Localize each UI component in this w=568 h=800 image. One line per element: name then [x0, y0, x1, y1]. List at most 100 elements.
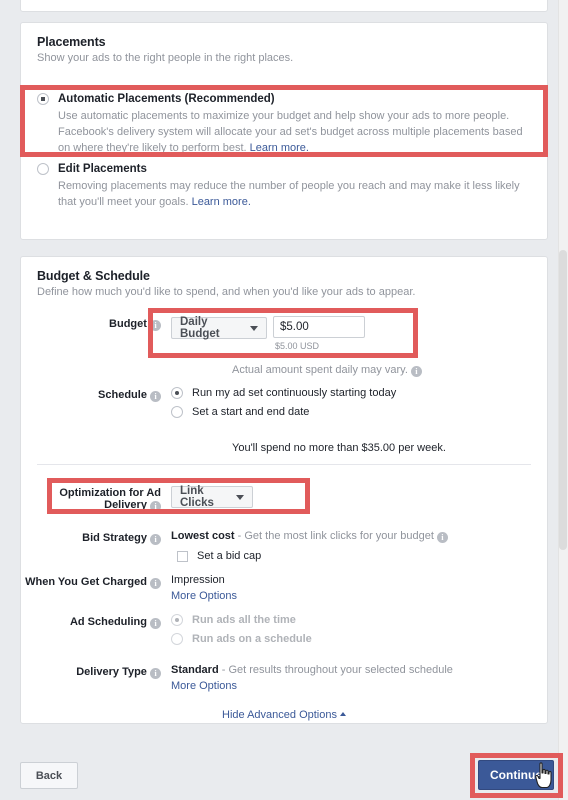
- budget-controls: Daily Budget $5.00 USD: [171, 315, 365, 351]
- edit-placements-radio[interactable]: [37, 163, 49, 175]
- budget-row: Budget i Daily Budget $5.00 USD: [21, 315, 365, 351]
- page-scrollbar-thumb[interactable]: [559, 250, 567, 550]
- chevron-up-icon: [339, 712, 346, 716]
- budget-variance-info-icon[interactable]: i: [410, 366, 422, 377]
- bid-cap-option[interactable]: Set a bid cap: [177, 550, 448, 562]
- bid-strategy-value: Lowest cost: [171, 530, 235, 542]
- schedule-date-range-radio[interactable]: [171, 406, 183, 418]
- schedule-continuous-label: Run my ad set continuously starting toda…: [192, 387, 397, 399]
- bid-strategy-info-icon[interactable]: i: [150, 534, 161, 545]
- optimization-controls: Link Clicks: [171, 484, 253, 509]
- budget-field-label: Budget i: [21, 315, 171, 331]
- chevron-down-icon: [236, 494, 244, 500]
- schedule-label-text: Schedule: [98, 389, 147, 401]
- hide-advanced-options-row: Hide Advanced Options: [21, 709, 547, 721]
- optimization-value: Link Clicks: [180, 485, 214, 509]
- automatic-placements-learn-more-link[interactable]: Learn more.: [250, 142, 309, 154]
- budget-label-text: Budget: [109, 318, 147, 330]
- chevron-down-icon: [250, 325, 258, 331]
- schedule-option-date-range[interactable]: Set a start and end date: [171, 406, 396, 418]
- ad-scheduling-all-time-radio[interactable]: [171, 614, 183, 626]
- bid-strategy-label-text: Bid Strategy: [82, 532, 147, 544]
- bid-strategy-value-line: Lowest cost - Get the most link clicks f…: [171, 530, 448, 543]
- delivery-type-controls: Standard - Get results throughout your s…: [171, 663, 453, 692]
- optimization-info-icon[interactable]: i: [150, 501, 161, 512]
- budget-type-select[interactable]: Daily Budget: [171, 316, 267, 340]
- bid-strategy-controls: Lowest cost - Get the most link clicks f…: [171, 529, 448, 569]
- delivery-type-description: - Get results throughout your selected s…: [221, 664, 453, 676]
- automatic-placements-option[interactable]: Automatic Placements (Recommended) Use a…: [37, 93, 531, 157]
- ad-scheduling-option-schedule[interactable]: Run ads on a schedule: [171, 633, 312, 645]
- hide-advanced-options-link[interactable]: Hide Advanced Options: [222, 709, 337, 721]
- placements-header: Placements Show your ads to the right pe…: [37, 35, 293, 64]
- delivery-type-more-options-link[interactable]: More Options: [171, 680, 453, 692]
- budget-schedule-card: Budget & Schedule Define how much you'd …: [20, 256, 548, 724]
- edit-placements-description-text: Removing placements may reduce the numbe…: [58, 180, 520, 208]
- budget-subtitle: Define how much you'd like to spend, and…: [37, 286, 416, 298]
- charged-value: Impression: [171, 574, 225, 586]
- ad-scheduling-info-icon[interactable]: i: [150, 618, 161, 629]
- placements-title: Placements: [37, 35, 106, 49]
- ad-set-creation-page: Placements Show your ads to the right pe…: [0, 0, 568, 800]
- mouse-cursor: [535, 762, 552, 789]
- delivery-type-value-line: Standard - Get results throughout your s…: [171, 664, 453, 676]
- automatic-placements-description: Use automatic placements to maximize you…: [58, 109, 531, 157]
- ad-scheduling-row: Ad Scheduling i Run ads all the time Run…: [21, 613, 312, 652]
- budget-header: Budget & Schedule Define how much you'd …: [37, 269, 415, 298]
- edit-placements-label: Edit Placements: [58, 163, 147, 175]
- bid-cap-checkbox[interactable]: [177, 550, 188, 562]
- ad-scheduling-all-time-label: Run ads all the time: [192, 614, 296, 626]
- delivery-type-label-text: Delivery Type: [76, 666, 147, 678]
- placements-card: Placements Show your ads to the right pe…: [20, 22, 548, 240]
- page-scrollbar[interactable]: [558, 0, 568, 800]
- back-button[interactable]: Back: [20, 762, 78, 789]
- automatic-placements-radio[interactable]: [37, 93, 49, 105]
- charged-controls: Impression More Options: [171, 573, 237, 602]
- optimization-select[interactable]: Link Clicks: [171, 485, 253, 509]
- delivery-type-row: Delivery Type i Standard - Get results t…: [21, 663, 453, 692]
- optimization-label-text: Optimization for Ad Delivery: [59, 487, 161, 511]
- weekly-spend-note: You'll spend no more than $35.00 per wee…: [232, 442, 446, 454]
- budget-type-select-wrap: Daily Budget: [171, 316, 267, 340]
- optimization-field-label: Optimization for Ad Delivery i: [21, 484, 171, 512]
- budget-title: Budget & Schedule: [37, 269, 150, 283]
- budget-amount-wrap: $5.00 USD: [273, 316, 365, 351]
- bid-strategy-row: Bid Strategy i Lowest cost - Get the mos…: [21, 529, 448, 569]
- budget-info-icon[interactable]: i: [150, 320, 161, 331]
- schedule-option-continuous[interactable]: Run my ad set continuously starting toda…: [171, 387, 396, 399]
- delivery-type-field-label: Delivery Type i: [21, 663, 171, 679]
- ad-scheduling-option-all-time[interactable]: Run ads all the time: [171, 614, 312, 626]
- bid-strategy-detail-info-icon[interactable]: i: [436, 532, 448, 543]
- bid-strategy-description: - Get the most link clicks for your budg…: [237, 530, 434, 542]
- schedule-field-label: Schedule i: [21, 386, 171, 402]
- edit-placements-learn-more-link[interactable]: Learn more.: [192, 196, 251, 208]
- delivery-type-value: Standard: [171, 664, 219, 676]
- placements-subtitle: Show your ads to the right people in the…: [37, 52, 294, 64]
- ad-scheduling-schedule-label: Run ads on a schedule: [192, 633, 312, 645]
- charged-row: When You Get Charged i Impression More O…: [21, 573, 237, 602]
- delivery-type-info-icon[interactable]: i: [150, 668, 161, 679]
- automatic-placements-label: Automatic Placements (Recommended): [58, 93, 275, 105]
- previous-section-card: [20, 0, 548, 12]
- schedule-continuous-radio[interactable]: [171, 387, 183, 399]
- ad-scheduling-field-label: Ad Scheduling i: [21, 613, 171, 629]
- optimization-row: Optimization for Ad Delivery i Link Clic…: [21, 484, 253, 512]
- schedule-info-icon[interactable]: i: [150, 391, 161, 402]
- budget-currency-label: $5.00 USD: [275, 341, 320, 351]
- schedule-date-range-label: Set a start and end date: [192, 406, 310, 418]
- advanced-options-divider: [37, 464, 531, 465]
- charged-info-icon[interactable]: i: [150, 578, 161, 589]
- bid-strategy-field-label: Bid Strategy i: [21, 529, 171, 545]
- ad-scheduling-label-text: Ad Scheduling: [69, 616, 147, 628]
- budget-amount-input[interactable]: [273, 316, 365, 338]
- schedule-row: Schedule i Run my ad set continuously st…: [21, 386, 396, 425]
- ad-scheduling-schedule-radio[interactable]: [171, 633, 183, 645]
- edit-placements-description: Removing placements may reduce the numbe…: [58, 179, 531, 211]
- charged-more-options-link[interactable]: More Options: [171, 590, 237, 602]
- edit-placements-option[interactable]: Edit Placements Removing placements may …: [37, 163, 531, 211]
- budget-variance-note: Actual amount spent daily may vary. i: [232, 364, 422, 377]
- charged-field-label: When You Get Charged i: [21, 573, 171, 589]
- bid-cap-label: Set a bid cap: [197, 550, 262, 562]
- ad-scheduling-options: Run ads all the time Run ads on a schedu…: [171, 613, 312, 652]
- schedule-options: Run my ad set continuously starting toda…: [171, 386, 396, 425]
